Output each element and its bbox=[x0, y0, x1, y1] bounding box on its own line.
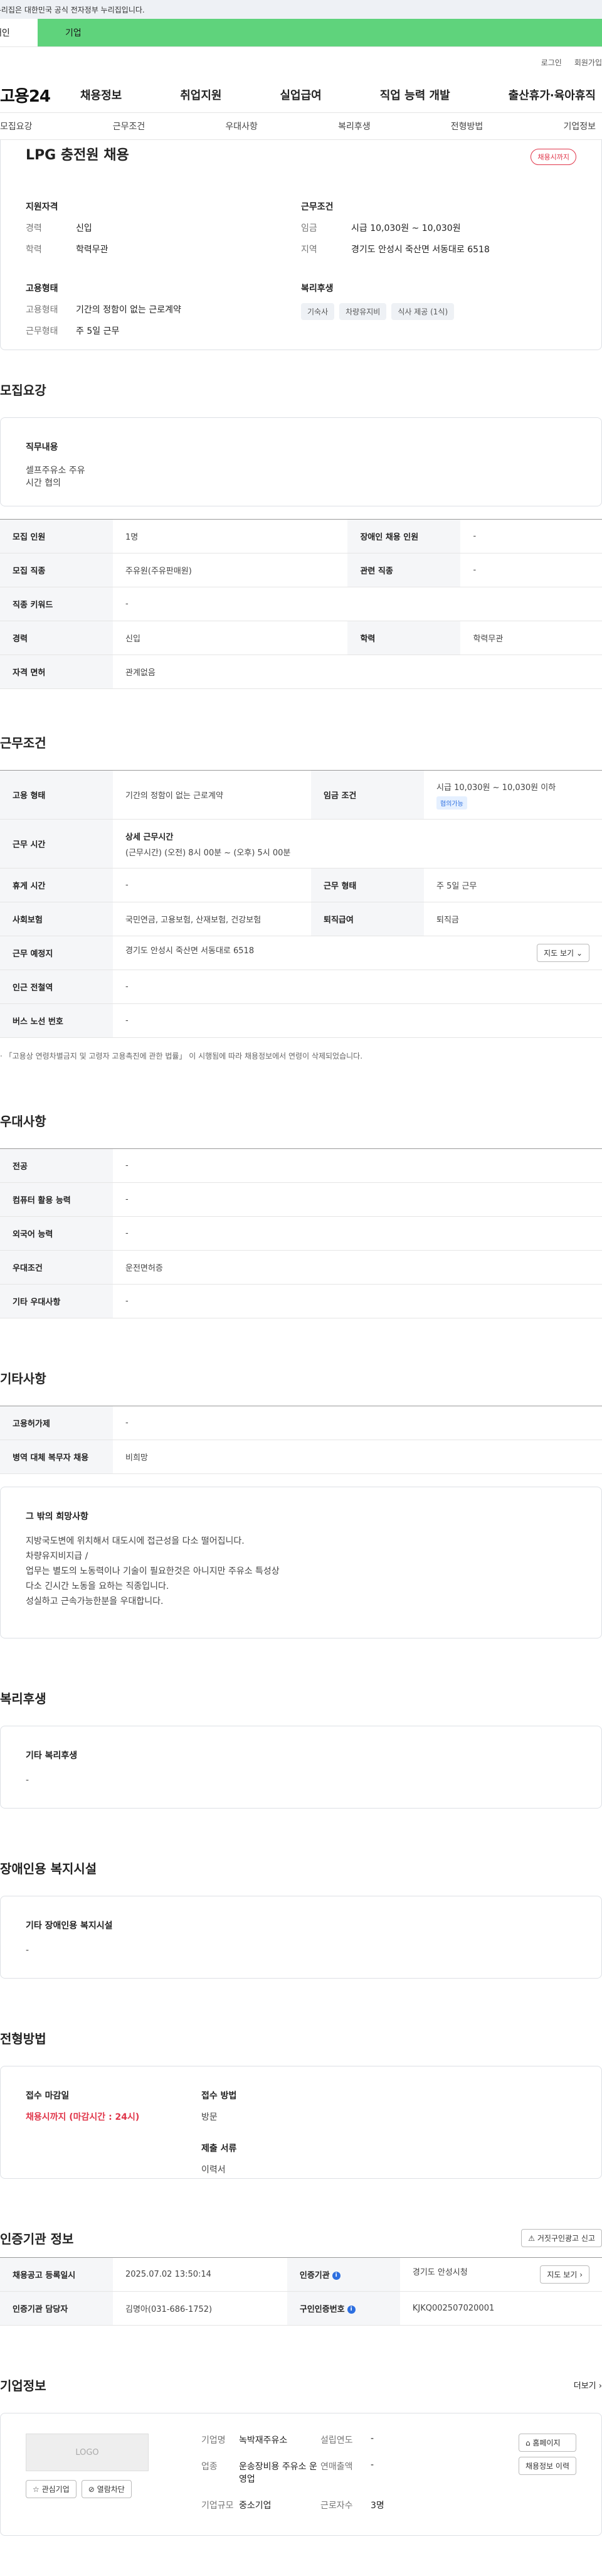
summary-conditions: 근무조건 임금 시급 10,030원 ~ 10,030원 지역 경기도 안성시 죽산… bbox=[301, 202, 490, 255]
section-nav-company[interactable]: 기업정보 bbox=[563, 120, 596, 132]
summary-welfare: 복리후생 기숙사 차량유지비 식사 제공 (1식) bbox=[301, 282, 576, 346]
cert-map-button[interactable]: 지도 보기 › bbox=[540, 2265, 589, 2284]
table-row: 전공 - bbox=[0, 1148, 602, 1183]
table-row: 우대조건 운전면허증 bbox=[0, 1250, 602, 1285]
section-nav-apply[interactable]: 전형방법 bbox=[451, 120, 483, 132]
tab-company[interactable]: 기업 bbox=[38, 19, 602, 46]
company-details: 기업명 녹박재주유소 설립연도 - 업종 운송장비용 주유소 운영업 연매출액 - 기업… bbox=[201, 2434, 384, 2511]
section-title-welfare: 복리후생 bbox=[0, 1691, 46, 1706]
home-icon: ⌂ bbox=[525, 2439, 531, 2447]
deadline-value: 채용시까지 (마감시간 : 24시) bbox=[26, 2112, 140, 2122]
site-logo[interactable]: 고용24 bbox=[0, 83, 80, 107]
summary-employment: 고용형태 고용형태 기간의 정함이 없는 근로계약 근무형태 주 5일 근무 bbox=[26, 284, 181, 336]
section-title-pref: 우대사항 bbox=[0, 1114, 46, 1129]
section-nav-work[interactable]: 근무조건 bbox=[113, 120, 145, 132]
chevron-right-icon: › bbox=[598, 2381, 602, 2391]
deadline-badge: 채용시까지 bbox=[531, 149, 576, 165]
section-title-etc: 기타사항 bbox=[0, 1371, 46, 1386]
etc-table: 고용허가제 - 병역 대체 복무자 채용 비희망 bbox=[0, 1406, 602, 1474]
table-row: 고용허가제 - bbox=[0, 1406, 602, 1440]
report-false-ad-button[interactable]: ⚠ 거짓구인광고 신고 bbox=[521, 2229, 602, 2247]
table-row: 병역 대체 복무자 채용 비희망 bbox=[0, 1440, 602, 1474]
welfare-chip: 식사 제공 (1식) bbox=[391, 303, 455, 320]
gnb-item-parental-leave[interactable]: 출산휴가·육아휴직 bbox=[509, 87, 596, 103]
gov-notice-text: 이 누리집은 대한민국 공식 전자정부 누리집입니다. bbox=[0, 5, 145, 14]
work-table: 고용 형태 기간의 정함이 없는 근로계약 임금 조건 시급 10,030원 ~… bbox=[0, 770, 602, 1038]
gnb-item-vocational-training[interactable]: 직업 능력 개발 bbox=[380, 87, 450, 103]
section-nav-recruit[interactable]: 모집요강 bbox=[0, 120, 33, 132]
table-row: 직종 키워드 - bbox=[0, 587, 602, 621]
global-nav: 고용24 채용정보 취업지원 실업급여 직업 능력 개발 출산휴가·육아휴직 bbox=[0, 77, 602, 112]
chevron-down-icon: ⌄ bbox=[576, 949, 583, 958]
chevron-right-icon: › bbox=[579, 2270, 583, 2279]
welfare-chip: 기숙사 bbox=[301, 303, 335, 320]
section-title-cert: 인증기관 정보 bbox=[0, 2231, 74, 2247]
section-nav-pref[interactable]: 우대사항 bbox=[225, 120, 258, 132]
login-link[interactable]: 로그인 bbox=[541, 57, 562, 68]
pref-table: 전공 - 컴퓨터 활용 능력 - 외국어 능력 - 우대조건 운전면허증 기타 우대사항… bbox=[0, 1148, 602, 1318]
company-info-card: LOGO ☆ 관심기업 ⊘ 열람차단 기업명 녹박재주유소 설립연도 - 업종 운송장… bbox=[0, 2413, 602, 2536]
apply-box: 접수 마감일 채용시까지 (마감시간 : 24시) 접수 방법 방문 제출 서류… bbox=[0, 2066, 602, 2179]
map-button[interactable]: 지도 보기 ⌄ bbox=[537, 944, 589, 962]
utility-links: 로그인 회원가입 bbox=[0, 47, 602, 77]
siren-icon: ⚠ bbox=[528, 2234, 536, 2243]
company-logo-placeholder: LOGO bbox=[26, 2434, 149, 2471]
info-icon[interactable]: i bbox=[347, 2306, 356, 2314]
signup-link[interactable]: 회원가입 bbox=[574, 57, 602, 68]
age-notice: · 「고용상 연령차별금지 및 고령자 고용촉진에 관한 법률」 이 시행됨에 … bbox=[0, 1052, 363, 1061]
gov-notice-bar: 이 누리집은 대한민국 공식 전자정부 누리집입니다. bbox=[0, 0, 602, 19]
section-title-company: 기업정보 bbox=[0, 2378, 46, 2393]
company-more-link[interactable]: 더보기 › bbox=[574, 2379, 602, 2391]
table-row: 채용공고 등록일시 2025.07.02 13:50:14 인증기관 i 경기도 안… bbox=[0, 2257, 602, 2292]
section-title-apply: 전형방법 bbox=[0, 2031, 46, 2046]
table-row: 자격 면허 관계없음 bbox=[0, 655, 602, 689]
section-nav: 모집요강 근무조건 우대사항 복리후생 전형방법 기업정보 bbox=[0, 112, 602, 140]
star-icon: ☆ bbox=[33, 2485, 40, 2494]
table-row: 컴퓨터 활용 능력 - bbox=[0, 1182, 602, 1217]
section-nav-welfare[interactable]: 복리후생 bbox=[338, 120, 371, 132]
info-icon[interactable]: i bbox=[332, 2272, 341, 2280]
gnb-item-jobs[interactable]: 채용정보 bbox=[80, 87, 122, 103]
table-row: 모집 직종 주유원(주유판매원) 관련 직종 - bbox=[0, 553, 602, 587]
table-row: 사회보험 국민연금, 고용보험, 산재보험, 건강보험 퇴직급여 퇴직금 bbox=[0, 902, 602, 936]
gnb-item-unemployment-benefit[interactable]: 실업급여 bbox=[280, 87, 322, 103]
recruit-history-button[interactable]: 채용정보 이력 bbox=[518, 2457, 576, 2475]
other-wishes-box: 그 밖의 희망사항 지방국도변에 위치해서 대도시에 접근성을 다소 떨어집니다… bbox=[0, 1487, 602, 1638]
table-row: 휴게 시간 - 근무 형태 주 5일 근무 bbox=[0, 868, 602, 902]
table-row: 외국어 능력 - bbox=[0, 1216, 602, 1251]
section-title-work: 근무조건 bbox=[0, 735, 46, 751]
table-row: 인근 전철역 - bbox=[0, 970, 602, 1004]
table-row: 경력 신입 학력 학력무관 bbox=[0, 621, 602, 655]
job-description-box: 직무내용 셀프주유소 주유 시간 협의 bbox=[0, 417, 602, 506]
section-title-disability: 장애인용 복지시설 bbox=[0, 1861, 97, 1876]
user-type-tabs: 개인 기업 bbox=[0, 19, 602, 47]
job-summary-card: LPG 충전원 채용 채용시까지 지원자격 경력 신입 학력 학력무관 근무조건 임… bbox=[0, 140, 602, 350]
welfare-box: 기타 복리후생 - bbox=[0, 1726, 602, 1809]
welfare-chip: 차량유지비 bbox=[339, 303, 387, 320]
gnb-item-employment-support[interactable]: 취업지원 bbox=[180, 87, 221, 103]
table-row: 기타 우대사항 - bbox=[0, 1284, 602, 1318]
table-row: 인증기관 담당자 김명아(031-686-1752) 구인인증번호 i KJKQ00… bbox=[0, 2291, 602, 2326]
job-title: LPG 충전원 채용 bbox=[26, 147, 129, 163]
block-icon: ⊘ bbox=[88, 2485, 95, 2494]
table-row: 모집 인원 1명 장애인 채용 인원 - bbox=[0, 519, 602, 553]
disability-box: 기타 장애인용 복지시설 - bbox=[0, 1896, 602, 1979]
block-view-button[interactable]: ⊘ 열람차단 bbox=[81, 2480, 132, 2498]
negotiable-badge: 협의가능 bbox=[436, 796, 467, 810]
tab-personal[interactable]: 개인 bbox=[0, 19, 38, 46]
favorite-company-button[interactable]: ☆ 관심기업 bbox=[26, 2480, 77, 2498]
table-row: 근무 시간 상세 근무시간 (근무시간) (오전) 8시 00분 ~ (오후) … bbox=[0, 819, 602, 868]
table-row: 고용 형태 기간의 정함이 없는 근로계약 임금 조건 시급 10,030원 ~… bbox=[0, 770, 602, 820]
recruit-table: 모집 인원 1명 장애인 채용 인원 - 모집 직종 주유원(주유판매원) 관련 직종… bbox=[0, 519, 602, 689]
cert-table: 채용공고 등록일시 2025.07.02 13:50:14 인증기관 i 경기도 안… bbox=[0, 2257, 602, 2326]
table-row: 근무 예정지 경기도 안성시 죽산면 서동대로 6518 지도 보기 ⌄ bbox=[0, 936, 602, 970]
gnb-menu: 채용정보 취업지원 실업급여 직업 능력 개발 출산휴가·육아휴직 bbox=[80, 87, 602, 103]
summary-qualification: 지원자격 경력 신입 학력 학력무관 bbox=[26, 202, 108, 255]
section-title-recruit: 모집요강 bbox=[0, 383, 46, 398]
table-row: 버스 노선 번호 - bbox=[0, 1003, 602, 1038]
